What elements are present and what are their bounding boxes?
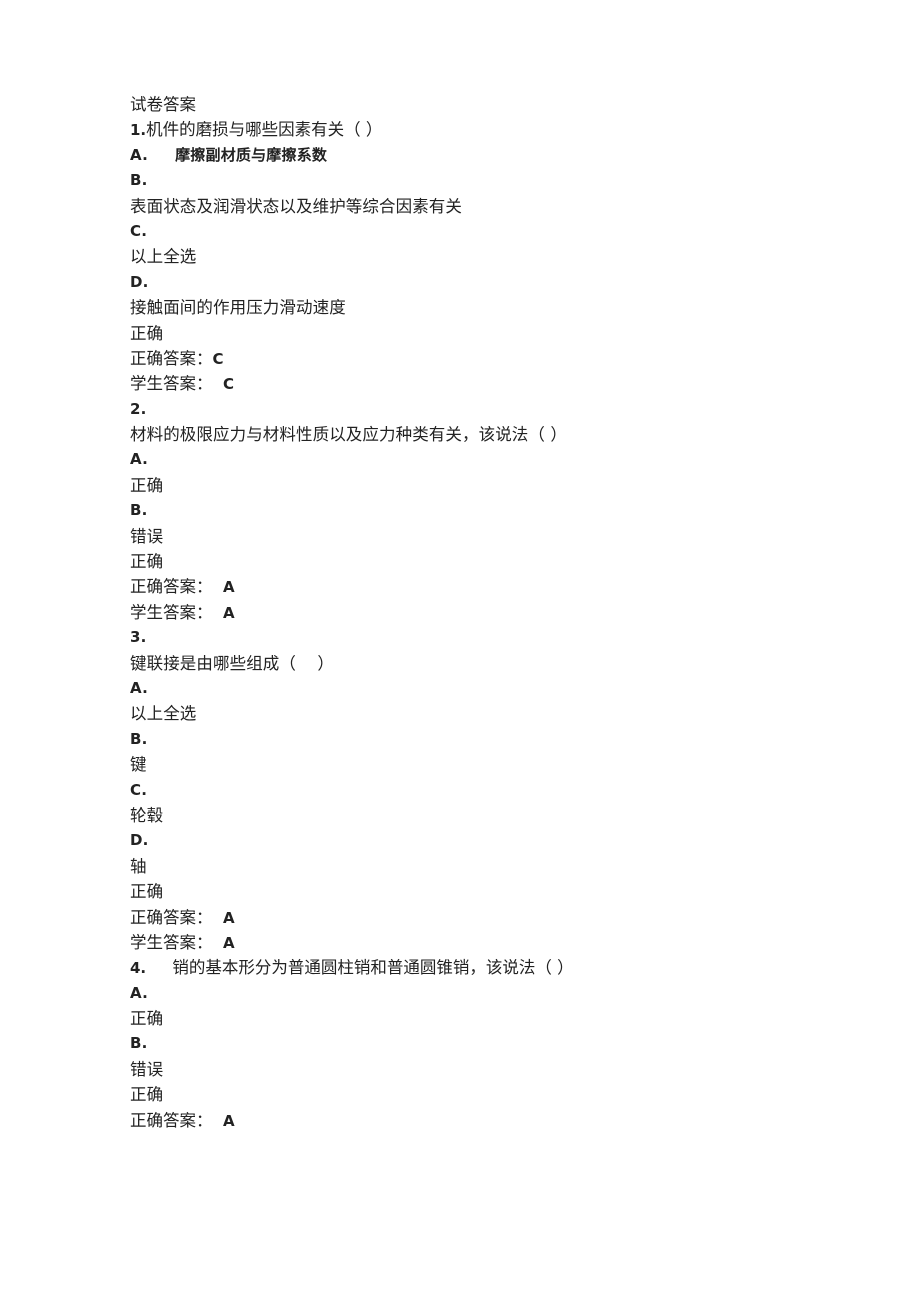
doc-line-q4-correct: 正确答案： A (130, 1108, 870, 1133)
doc-line-q1-opt-d-txt: 接触面间的作用压力滑动速度 (130, 298, 346, 318)
doc-line-q2-opt-a-txt: 正确 (130, 475, 164, 495)
answer-value: A (212, 603, 235, 622)
doc-line-q3-correct: 正确答案： A (130, 905, 870, 930)
question-number: 4. (130, 959, 147, 978)
doc-line-q4-mark: 正确 (130, 1085, 164, 1105)
answer-label: 正确答案： (130, 1110, 213, 1130)
doc-line-q2-student: 学生答案： A (130, 600, 870, 625)
doc-line-q2-opt-b: B. (130, 501, 148, 520)
doc-line-q1-opt-b: B. (130, 171, 148, 190)
doc-line-q4-opt-b-txt: 错误 (130, 1059, 164, 1079)
doc-line-q3-opt-b-txt: 键 (130, 755, 147, 775)
doc-line-q3-opt-a-txt: 以上全选 (130, 704, 197, 724)
doc-line-q2-mark: 正确 (130, 552, 164, 572)
doc-line-q3-mark: 正确 (130, 882, 164, 902)
exam-answer-body: 试卷答案 1.机件的磨损与哪些因素有关（ ） A. 摩擦副材质与摩擦系数 B. 表面状态… (130, 92, 870, 1133)
doc-line-q1-opt-d: D. (130, 272, 149, 291)
answer-value: A (212, 908, 235, 927)
doc-line-q4-head: 4. 销的基本形分为普通圆柱销和普通圆锥销，该说法（ ） (130, 955, 870, 980)
doc-line-q4-opt-a-txt: 正确 (130, 1009, 164, 1029)
answer-label: 正确答案： (130, 577, 213, 597)
doc-line-q2-opt-b-txt: 错误 (130, 526, 164, 546)
doc-line-q1-student: 学生答案： C (130, 371, 870, 396)
doc-line-q3-student: 学生答案： A (130, 930, 870, 955)
doc-line-q1-correct: 正确答案：C (130, 346, 870, 371)
doc-line-q3-opt-c-txt: 轮毂 (130, 805, 164, 825)
doc-line-q3-opt-d-txt: 轴 (130, 856, 147, 876)
question-text: 销的基本形分为普通圆柱销和普通圆锥销，该说法（ ） (146, 958, 574, 978)
answer-value: A (212, 1111, 235, 1130)
answer-value: A (212, 933, 235, 952)
doc-line-q3-opt-b: B. (130, 729, 148, 748)
doc-line-q2-opt-a: A. (130, 450, 148, 469)
doc-line-q1-opt-c: C. (130, 221, 148, 240)
answer-label: 正确答案： (130, 348, 213, 368)
answer-value: C (212, 349, 224, 368)
doc-line-q3-head: 键联接是由哪些组成（ ） (130, 653, 334, 673)
question-text: 机件的磨损与哪些因素有关（ ） (146, 120, 383, 140)
doc-line-q1-opt-b-txt: 表面状态及润滑状态以及维护等综合因素有关 (130, 196, 462, 216)
document-page: 试卷答案 1.机件的磨损与哪些因素有关（ ） A. 摩擦副材质与摩擦系数 B. 表面状态… (0, 0, 920, 1302)
answer-label: 学生答案： (130, 932, 213, 952)
doc-line-q4-opt-a: A. (130, 983, 148, 1002)
doc-line-title: 试卷答案 (130, 95, 196, 114)
doc-line-q2-num: 2. (130, 399, 147, 418)
doc-line-q3-opt-a: A. (130, 678, 148, 697)
answer-value: A (212, 578, 235, 597)
doc-line-q1-head: 1.机件的磨损与哪些因素有关（ ） (130, 117, 870, 142)
answer-label: 正确答案： (130, 907, 213, 927)
doc-line-q1-opt-a: A. 摩擦副材质与摩擦系数 (130, 145, 328, 164)
doc-line-q1-opt-c-txt: 以上全选 (130, 247, 197, 267)
answer-value: C (212, 375, 234, 394)
question-number: 1. (130, 121, 147, 140)
doc-line-q3-num: 3. (130, 628, 147, 647)
doc-line-q2-correct: 正确答案： A (130, 574, 870, 599)
doc-line-q1-mark: 正确 (130, 323, 164, 343)
answer-label: 学生答案： (130, 602, 213, 622)
doc-line-q3-opt-d: D. (130, 831, 149, 850)
doc-line-q3-opt-c: C. (130, 780, 148, 799)
doc-line-q2-head: 材料的极限应力与材料性质以及应力种类有关，该说法（ ） (130, 425, 567, 445)
doc-line-q4-opt-b: B. (130, 1034, 148, 1053)
answer-label: 学生答案： (130, 374, 213, 394)
